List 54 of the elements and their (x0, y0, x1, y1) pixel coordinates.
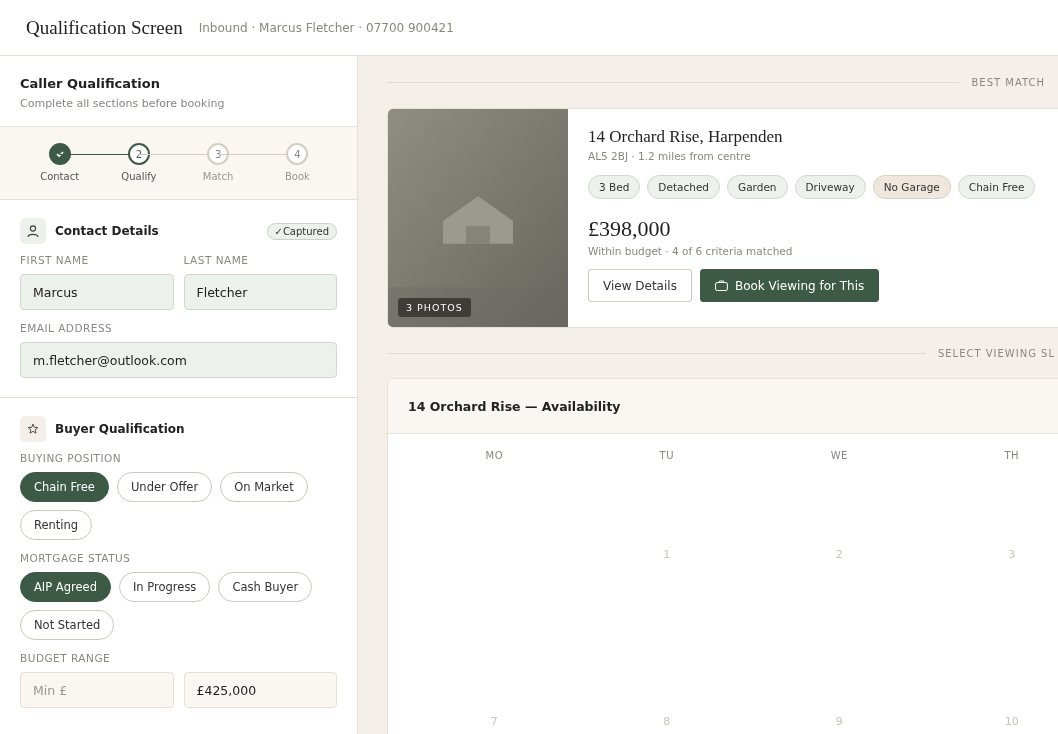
option-chip[interactable]: AIP Agreed (20, 572, 111, 602)
section-label: SELECT VIEWING SL (937, 347, 1055, 359)
calendar-title: 14 Orchard Rise — Availability (408, 398, 621, 414)
panel-subtitle: Complete all sections before booking (20, 97, 226, 110)
section-title: Buyer Qualification (55, 422, 186, 436)
match-note: Within budget · 4 of 6 criteria matched (588, 245, 794, 257)
field-label: MORTGAGE STATUS (20, 552, 132, 564)
field-label: FIRST NAME (20, 254, 90, 266)
feature-tag: Chain Free (957, 175, 1036, 199)
field-label: LAST NAME (183, 254, 250, 266)
photo-count: 3 PHOTOS (398, 298, 471, 317)
book-viewing-button[interactable]: Book Viewing for This (699, 269, 880, 302)
step-label: Qualify (121, 171, 157, 182)
feature-tag: No Garage (872, 175, 951, 199)
weekday-label: TU (658, 449, 675, 463)
field-label: BUYING POSITION (20, 452, 123, 464)
input-field[interactable]: Marcus (20, 274, 174, 310)
option-chip[interactable]: Chain Free (20, 472, 109, 502)
property-location: AL5 2BJ · 1.2 miles from centre (588, 150, 752, 162)
check-icon[interactable] (48, 143, 71, 165)
caller-info: Inbound · Marcus Fletcher · 07700 900421 (198, 20, 454, 35)
property-price: £398,000 (588, 216, 672, 242)
input-field[interactable]: Fletcher (183, 274, 337, 310)
view-details-button[interactable]: View Details (588, 269, 692, 302)
section-title: Contact Details (55, 224, 160, 238)
briefcase-icon (714, 280, 728, 291)
option-chip[interactable]: On Market (220, 472, 308, 502)
property-address: 14 Orchard Rise, Harpenden (588, 127, 784, 147)
option-chip[interactable]: Not Started (20, 610, 115, 640)
option-chip[interactable]: Renting (20, 510, 93, 540)
section-label: BEST MATCH (971, 76, 1045, 88)
feature-tag: Garden (727, 175, 788, 199)
status-badge: ✓Captured (266, 222, 337, 240)
option-chip[interactable]: Cash Buyer (218, 572, 313, 602)
input-field[interactable]: Min £ (20, 672, 174, 708)
field-label: EMAIL ADDRESS (20, 322, 114, 334)
feature-tag: Detached (647, 175, 720, 199)
option-chip[interactable]: Under Offer (116, 472, 213, 502)
option-chip[interactable]: In Progress (118, 572, 211, 602)
step-label: Book (284, 171, 310, 182)
weekday-label: WE (829, 449, 849, 463)
page-title: Qualification Screen (26, 16, 183, 39)
panel-title: Caller Qualification (20, 76, 161, 91)
feature-tag: Driveway (794, 175, 866, 199)
input-field[interactable]: m.fletcher@outlook.com (20, 342, 337, 378)
person-icon (20, 218, 46, 244)
step-label: Match (202, 171, 234, 182)
field-label: BUDGET RANGE (20, 652, 112, 664)
weekday-label: TH (1003, 449, 1021, 463)
weekday-label: MO (484, 449, 504, 463)
feature-tag: 3 Bed (588, 175, 641, 199)
input-field[interactable]: £425,000 (183, 672, 337, 708)
step-label: Contact (40, 171, 80, 182)
step-number[interactable]: 4 (286, 143, 309, 165)
